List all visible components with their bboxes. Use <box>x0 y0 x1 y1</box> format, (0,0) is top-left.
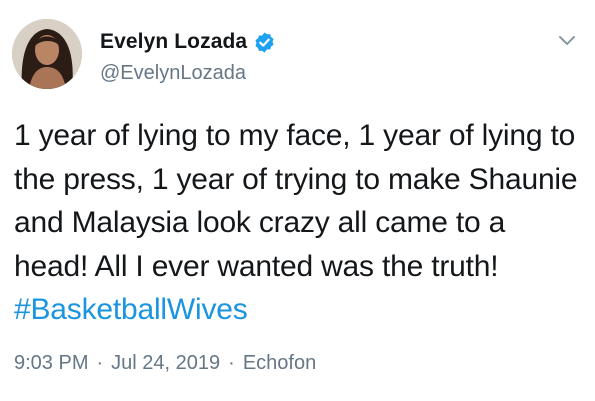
tweet-text: 1 year of lying to my face, 1 year of ly… <box>14 114 580 332</box>
chevron-down-icon[interactable] <box>555 32 579 50</box>
separator-dot: · <box>228 352 235 374</box>
display-name[interactable]: Evelyn Lozada <box>100 30 247 54</box>
separator-dot: · <box>96 352 104 374</box>
tweet-date[interactable]: Jul 24, 2019 <box>111 352 220 374</box>
verified-badge-icon <box>253 31 276 54</box>
name-row: Evelyn Lozada <box>100 29 276 55</box>
hashtag-link[interactable]: #BasketballWives <box>14 293 248 326</box>
tweet-meta: 9:03 PM · Jul 24, 2019 · Echofon <box>14 352 316 375</box>
handle[interactable]: @EvelynLozada <box>100 62 276 85</box>
profile-photo-icon <box>12 19 82 89</box>
avatar[interactable] <box>12 19 82 89</box>
tweet-body: 1 year of lying to my face, 1 year of ly… <box>14 119 578 283</box>
tweet-source[interactable]: Echofon <box>243 352 316 374</box>
author-block: Evelyn Lozada @EvelynLozada <box>100 29 276 85</box>
tweet-card: Evelyn Lozada @EvelynLozada 1 year of ly… <box>0 0 595 401</box>
tweet-time[interactable]: 9:03 PM <box>14 352 88 374</box>
